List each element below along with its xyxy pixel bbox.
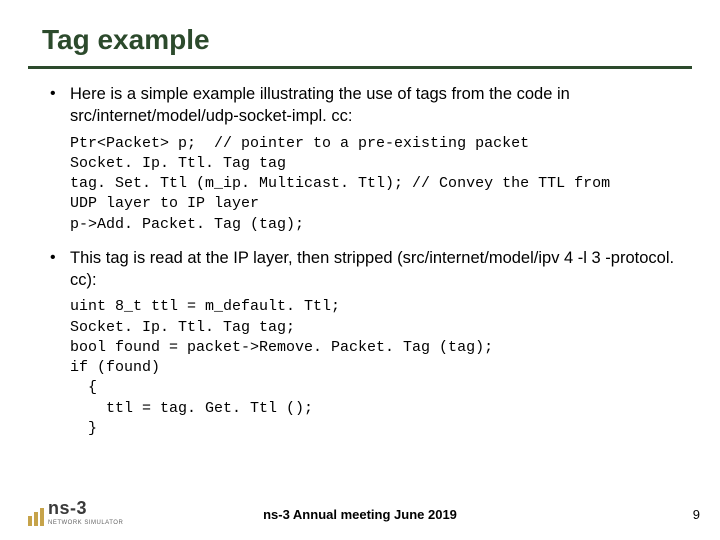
slide: Tag example Here is a simple example ill…: [0, 0, 720, 540]
bullet-item: This tag is read at the IP layer, then s…: [50, 247, 692, 292]
slide-title: Tag example: [28, 24, 692, 56]
code-block-1: Ptr<Packet> p; // pointer to a pre-exist…: [70, 134, 692, 235]
slide-content: Here is a simple example illustrating th…: [28, 83, 692, 439]
title-divider: [28, 66, 692, 69]
footer: ns-3 NETWORK SIMULATOR ns-3 Annual meeti…: [0, 498, 720, 526]
bullet-list: This tag is read at the IP layer, then s…: [28, 247, 692, 292]
code-block-2: uint 8_t ttl = m_default. Ttl; Socket. I…: [70, 297, 692, 439]
bullet-item: Here is a simple example illustrating th…: [50, 83, 692, 128]
bullet-text: Here is a simple example illustrating th…: [70, 85, 570, 125]
bullet-text: This tag is read at the IP layer, then s…: [70, 249, 674, 289]
page-number: 9: [693, 507, 700, 522]
footer-center-text: ns-3 Annual meeting June 2019: [0, 507, 720, 522]
bullet-list: Here is a simple example illustrating th…: [28, 83, 692, 128]
